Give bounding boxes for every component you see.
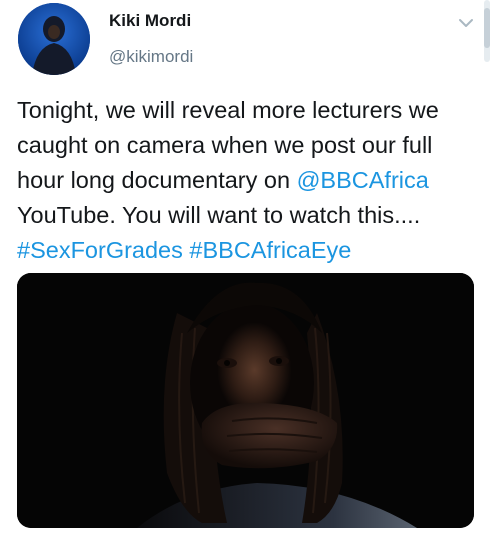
tweet-text-line: YouTube. You will want to watch this.... [17,198,483,233]
tweet-text-segment: Tonight, we will reveal more lecturers w… [17,97,439,123]
hashtag-link[interactable]: #BBCAfricaEye [189,237,351,263]
tweet-text: Tonight, we will reveal more lecturers w… [17,93,483,268]
chevron-down-icon[interactable] [455,12,477,34]
scrollbar-thumb[interactable] [484,8,490,48]
author-handle[interactable]: @kikimordi [109,47,193,67]
tweet-text-line: #SexForGrades #BBCAfricaEye [17,233,483,268]
tweet-media-photo[interactable] [17,273,474,528]
avatar[interactable] [18,3,90,75]
avatar-image [18,3,90,75]
tweet-text-segment: caught on camera when we post our full [17,132,433,158]
photo-image [17,273,474,528]
tweet-text-line: Tonight, we will reveal more lecturers w… [17,93,483,128]
tweet-text-line: hour long documentary on @BBCAfrica [17,163,483,198]
tweet-text-segment: YouTube. You will want to watch this.... [17,202,421,228]
tweet-text-line: caught on camera when we post our full [17,128,483,163]
mention-link[interactable]: @BBCAfrica [297,167,429,193]
hashtag-link[interactable]: #SexForGrades [17,237,183,263]
scrollbar[interactable] [484,0,490,62]
tweet-text-segment: hour long documentary on [17,167,297,193]
tweet: Kiki Mordi @kikimordi Tonight, we will r… [0,0,490,540]
author-display-name[interactable]: Kiki Mordi [109,11,191,31]
